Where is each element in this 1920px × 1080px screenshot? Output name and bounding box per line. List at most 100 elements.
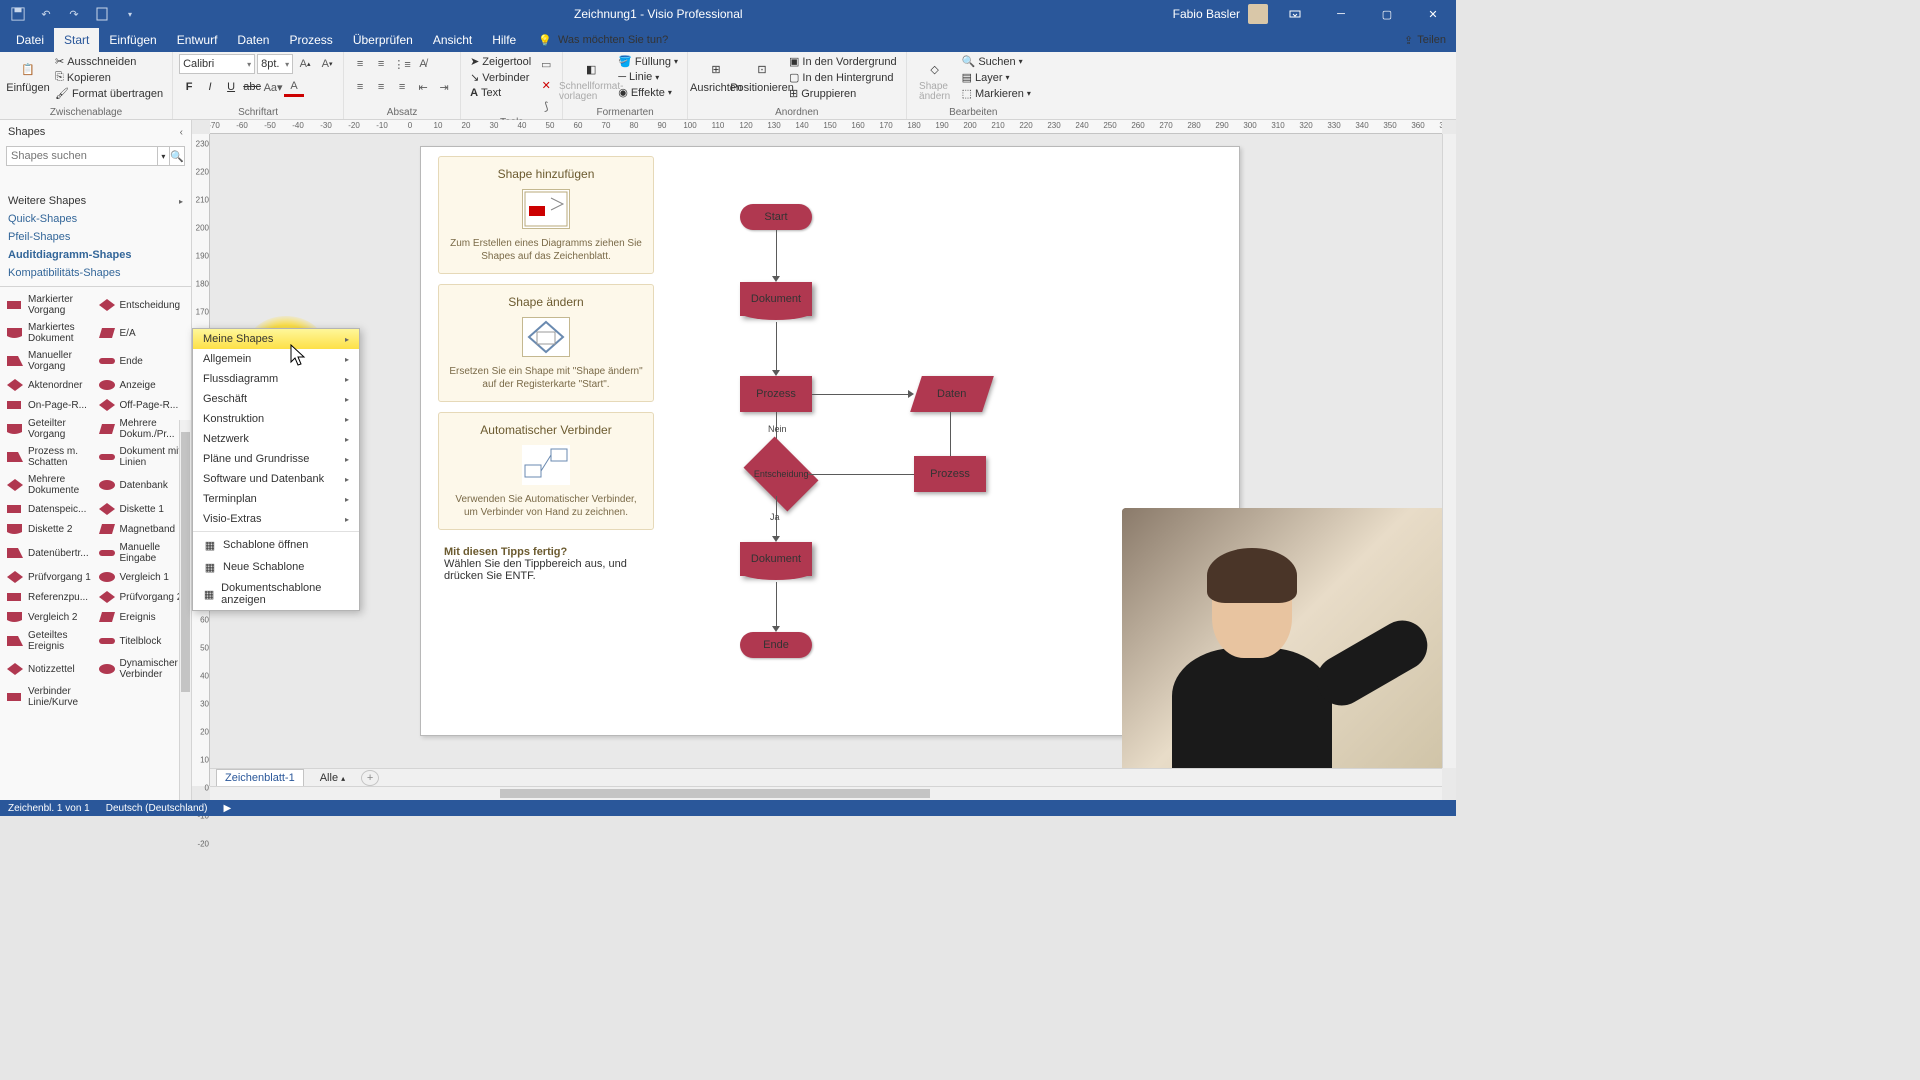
ribbon-options-icon[interactable] [1276,0,1314,28]
new-doc-icon[interactable] [88,2,116,26]
menu-prozess[interactable]: Prozess [279,28,342,52]
quick-styles-button[interactable]: ◧Schnellformat- vorlagen [569,54,613,102]
menu-ansicht[interactable]: Ansicht [423,28,482,52]
layer-button[interactable]: ▤Layer▾ [959,70,1034,85]
arc-tool-button[interactable]: ⟆ [536,96,556,116]
flyout-item[interactable]: Meine Shapes▸ [193,329,359,349]
menu-ueberpruefen[interactable]: Überprüfen [343,28,423,52]
fill-button[interactable]: 🪣Füllung▾ [615,54,681,69]
copy-button[interactable]: ⎘Kopieren [52,70,166,85]
canvas[interactable]: Shape hinzufügen Zum Erstellen eines Dia… [210,134,1442,768]
shape-item[interactable]: Magnetband [96,520,188,538]
shape-item[interactable]: Dynamischer Verbinder [96,656,188,682]
case-button[interactable]: Aa▾ [263,77,283,97]
menu-daten[interactable]: Daten [227,28,279,52]
shape-item[interactable]: Datenspeic... [4,500,96,518]
cat-weitere[interactable]: Weitere Shapes▸ [0,192,191,210]
status-page[interactable]: Zeichenbl. 1 von 1 [8,803,90,814]
find-button[interactable]: 🔍Suchen▾ [959,54,1034,69]
shape-item[interactable]: Geteilter Vorgang [4,416,96,442]
share-button[interactable]: ⇪Teilen [1404,28,1446,52]
align-top-button[interactable]: ≡ [350,54,370,74]
paste-button[interactable]: 📋Einfügen [6,54,50,94]
format-painter-button[interactable]: 🖌Format übertragen [52,86,166,101]
shape-item[interactable]: Vergleich 1 [96,568,188,586]
redo-icon[interactable]: ↷ [60,2,88,26]
align-center-button[interactable]: ≡ [371,77,391,97]
rect-tool-button[interactable]: ▭ [536,54,556,74]
shape-item[interactable]: Dokument mit Linien [96,444,188,470]
cat-pfeil[interactable]: Pfeil-Shapes [0,228,191,246]
status-lang[interactable]: Deutsch (Deutschland) [106,803,208,814]
menu-entwurf[interactable]: Entwurf [167,28,228,52]
group-button[interactable]: ⊞Gruppieren [786,86,900,101]
send-back-button[interactable]: ▢In den Hintergrund [786,70,900,85]
qa-dropdown-icon[interactable]: ▾ [116,2,144,26]
align-right-button[interactable]: ≡ [392,77,412,97]
vertical-scrollbar[interactable] [1442,134,1456,768]
close-icon[interactable]: ✕ [1414,0,1452,28]
align-mid-button[interactable]: ≡ [371,54,391,74]
menu-hilfe[interactable]: Hilfe [482,28,526,52]
menu-start[interactable]: Start [54,28,99,52]
line-button[interactable]: ─Linie▾ [615,70,681,84]
shape-item[interactable]: Prüfvorgang 2 [96,588,188,606]
position-button[interactable]: ⊡Positionieren [740,54,784,94]
flyout-item[interactable]: ▦Neue Schablone [193,556,359,578]
shape-item[interactable]: On-Page-R... [4,396,96,414]
cat-quick[interactable]: Quick-Shapes [0,210,191,228]
menu-einfuegen[interactable]: Einfügen [99,28,166,52]
shape-item[interactable]: E/A [96,320,188,346]
flyout-item[interactable]: Terminplan▸ [193,489,359,509]
flyout-item[interactable]: Visio-Extras▸ [193,509,359,529]
flyout-item[interactable]: Software und Datenbank▸ [193,469,359,489]
flyout-item[interactable]: ▦Schablone öffnen [193,534,359,556]
shape-item[interactable]: Prüfvorgang 1 [4,568,96,586]
shape-item[interactable]: Mehrere Dokumente [4,472,96,498]
shape-item[interactable]: Prozess m. Schatten [4,444,96,470]
indent-inc-button[interactable]: ⇥ [434,77,454,97]
flyout-item[interactable]: Allgemein▸ [193,349,359,369]
user-name[interactable]: Fabio Basler [1173,7,1240,21]
flow-document-2[interactable]: Dokument [740,542,812,576]
flow-document[interactable]: Dokument [740,282,812,316]
macro-icon[interactable]: ▶ [223,803,231,814]
flyout-item[interactable]: Pläne und Grundrisse▸ [193,449,359,469]
shape-item[interactable]: Ereignis [96,608,188,626]
shapes-scrollbar[interactable] [179,420,191,800]
tell-me[interactable]: 💡Was möchten Sie tun? [538,28,668,52]
tab-sheet1[interactable]: Zeichenblatt-1 [216,769,304,786]
connector-tool-button[interactable]: ↘Verbinder [467,70,534,85]
horizontal-scrollbar[interactable] [210,786,1442,800]
text-tool-button[interactable]: AText [467,86,534,100]
font-name-combo[interactable]: Calibri▾ [179,54,255,74]
minimize-icon[interactable]: ─ [1322,0,1360,28]
scrollbar-thumb[interactable] [500,789,930,798]
select-button[interactable]: ⬚Markieren▾ [959,86,1034,101]
undo-icon[interactable]: ↶ [32,2,60,26]
flyout-item[interactable]: ▦Dokumentschablone anzeigen [193,578,359,610]
shape-item[interactable]: Manueller Vorgang [4,348,96,374]
search-dropdown-icon[interactable]: ▾ [158,146,170,166]
flyout-item[interactable]: Flussdiagramm▸ [193,369,359,389]
shape-item[interactable]: Markiertes Dokument [4,320,96,346]
shape-item[interactable]: Aktenordner [4,376,96,394]
shape-item[interactable]: Diskette 1 [96,500,188,518]
cut-button[interactable]: ✂Ausschneiden [52,54,166,69]
strike-button[interactable]: abc [242,77,262,97]
flow-start[interactable]: Start [740,204,812,230]
bullets-button[interactable]: ⋮≡ [392,54,412,74]
user-avatar[interactable] [1248,4,1268,24]
change-shape-button[interactable]: ◇Shape ändern [913,54,957,102]
shape-item[interactable]: Mehrere Dokum./Pr... [96,416,188,442]
indent-dec-button[interactable]: ⇤ [413,77,433,97]
shape-item[interactable]: Vergleich 2 [4,608,96,626]
flow-end[interactable]: Ende [740,632,812,658]
shape-item[interactable]: Datenbank [96,472,188,498]
grow-font-button[interactable]: A▴ [295,54,315,74]
font-size-combo[interactable]: 8pt.▾ [257,54,293,74]
x-tool-button[interactable]: ✕ [536,75,556,95]
effects-button[interactable]: ◉Effekte▾ [615,85,681,100]
bold-button[interactable]: F [179,77,199,97]
shape-item[interactable]: Referenzpu... [4,588,96,606]
